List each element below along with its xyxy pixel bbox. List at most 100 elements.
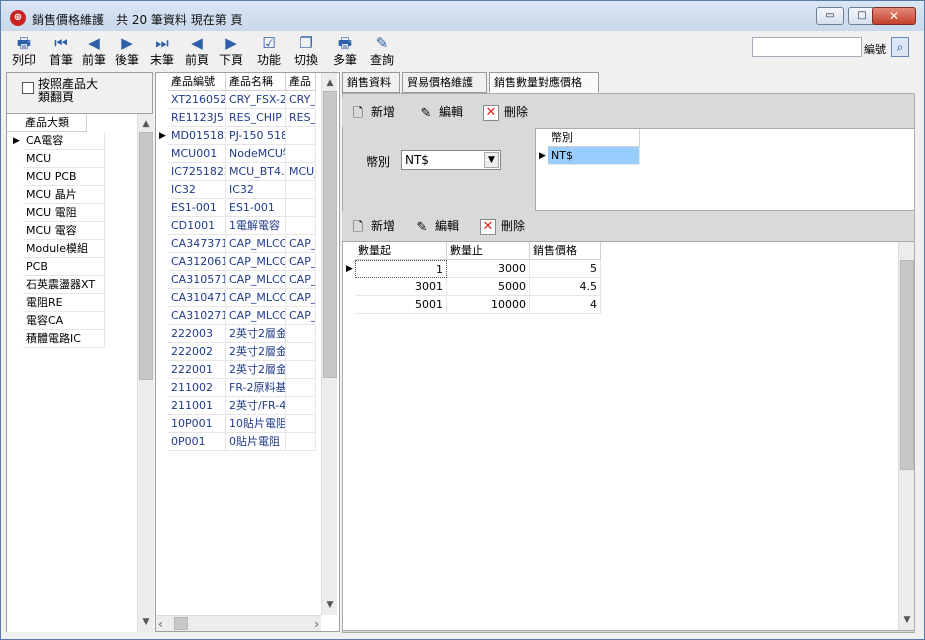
product-cell[interactable]: [286, 325, 316, 343]
product-cell[interactable]: CA3104712: [168, 289, 226, 307]
category-item[interactable]: 電阻RE: [23, 294, 105, 312]
currency-delete-button[interactable]: ✕ 刪除: [483, 102, 528, 122]
category-item[interactable]: 積體電路IC: [23, 330, 105, 348]
product-column-header[interactable]: 產品名稱: [226, 73, 286, 91]
chevron-down-icon[interactable]: ▼: [484, 152, 499, 168]
category-item[interactable]: 石英震盪器XT: [23, 276, 105, 294]
tab-1[interactable]: 貿易價格維護: [402, 72, 487, 93]
tab-0[interactable]: 銷售資料: [342, 72, 400, 93]
category-scrollbar[interactable]: ▲ ▼: [137, 114, 153, 632]
category-item[interactable]: MCU 晶片: [23, 186, 105, 204]
search-icon[interactable]: ⌕: [891, 37, 909, 57]
qty-cell[interactable]: 3001: [355, 278, 447, 296]
product-cell[interactable]: 10貼片電阻: [226, 415, 286, 433]
product-cell[interactable]: [286, 181, 316, 199]
chevron-down-icon[interactable]: ▼: [138, 614, 154, 630]
product-cell[interactable]: NodeMCU物: [226, 145, 286, 163]
scrollbar-thumb[interactable]: [900, 260, 914, 470]
toolbar-button-7[interactable]: ☑ 功能: [251, 32, 287, 70]
qty-column-header[interactable]: 數量起: [355, 242, 447, 260]
scrollbar-thumb[interactable]: [323, 91, 337, 378]
group-by-category-checkbox[interactable]: [22, 82, 34, 94]
product-cell[interactable]: [286, 145, 316, 163]
chevron-down-icon[interactable]: ▼: [322, 597, 338, 613]
product-cell[interactable]: 211002: [168, 379, 226, 397]
product-cell[interactable]: 222003: [168, 325, 226, 343]
product-cell[interactable]: IC32: [226, 181, 286, 199]
minimize-button[interactable]: ▭: [816, 7, 844, 25]
product-cell[interactable]: 2英寸2層金: [226, 325, 286, 343]
qty-column-header[interactable]: 數量止: [447, 242, 530, 260]
product-cell[interactable]: CAP_: [286, 289, 316, 307]
product-hscrollbar[interactable]: ‹ ›: [156, 615, 321, 631]
product-cell[interactable]: [286, 415, 316, 433]
product-cell[interactable]: CA3105712: [168, 271, 226, 289]
product-cell[interactable]: [286, 361, 316, 379]
product-cell[interactable]: 2英寸2層金: [226, 343, 286, 361]
toolbar-button-5[interactable]: ◀ 前頁: [179, 32, 215, 70]
toolbar-button-10[interactable]: ✎ 查詢: [364, 32, 400, 70]
qty-delete-button[interactable]: ✕ 刪除: [480, 216, 525, 236]
product-cell[interactable]: CAP_MLCC: [226, 289, 286, 307]
product-cell[interactable]: CAP_: [286, 253, 316, 271]
category-item[interactable]: MCU 電阻: [23, 204, 105, 222]
qty-scrollbar[interactable]: ▼: [898, 242, 914, 630]
toolbar-button-1[interactable]: ⏮ 首筆: [43, 32, 79, 70]
product-cell[interactable]: CA3102712: [168, 307, 226, 325]
product-cell[interactable]: 2英寸/FR-4: [226, 397, 286, 415]
product-cell[interactable]: ES1-001: [226, 199, 286, 217]
product-cell[interactable]: [286, 433, 316, 451]
product-cell[interactable]: CA3120612: [168, 253, 226, 271]
category-item[interactable]: MCU: [23, 150, 105, 168]
toolbar-button-0[interactable]: 🖶 列印: [6, 32, 42, 70]
product-cell[interactable]: CRY_FSX-2: [226, 91, 286, 109]
product-cell[interactable]: PJ-150 518: [226, 127, 286, 145]
search-input[interactable]: [752, 37, 862, 57]
qty-cell[interactable]: 10000: [447, 296, 530, 314]
product-cell[interactable]: ES1-001: [168, 199, 226, 217]
qty-add-button[interactable]: 🗋 新增: [350, 216, 395, 236]
chevron-down-icon[interactable]: ▼: [899, 612, 915, 628]
chevron-up-icon[interactable]: ▲: [322, 75, 338, 91]
currency-add-button[interactable]: 🗋 新增: [350, 102, 395, 122]
product-column-header[interactable]: 產品編號: [168, 73, 226, 91]
qty-cell[interactable]: 5: [530, 260, 601, 278]
qty-cell[interactable]: 5001: [355, 296, 447, 314]
qty-cell[interactable]: 1: [355, 260, 447, 278]
product-cell[interactable]: CD1001: [168, 217, 226, 235]
product-cell[interactable]: CRY_: [286, 91, 316, 109]
product-cell[interactable]: MCU_BT4.0: [226, 163, 286, 181]
category-item[interactable]: MCU 電容: [23, 222, 105, 240]
product-cell[interactable]: 0貼片電阻: [226, 433, 286, 451]
qty-cell[interactable]: 4.5: [530, 278, 601, 296]
product-cell[interactable]: 2英寸2層金: [226, 361, 286, 379]
product-cell[interactable]: RE1123J51: [168, 109, 226, 127]
qty-cell[interactable]: 3000: [447, 260, 530, 278]
product-cell[interactable]: XT2160522: [168, 91, 226, 109]
scrollbar-thumb[interactable]: [139, 132, 153, 380]
product-cell[interactable]: IC7251822€: [168, 163, 226, 181]
product-cell[interactable]: 222002: [168, 343, 226, 361]
qty-edit-button[interactable]: ✎ 編輯: [414, 216, 459, 236]
product-cell[interactable]: IC32: [168, 181, 226, 199]
chevron-left-icon[interactable]: ‹: [158, 616, 163, 632]
toolbar-button-9[interactable]: 🖶 多筆: [327, 32, 363, 70]
category-item[interactable]: MCU PCB: [23, 168, 105, 186]
tab-2[interactable]: 銷售數量對應價格: [489, 72, 599, 93]
product-cell[interactable]: [286, 127, 316, 145]
qty-column-header[interactable]: 銷售價格: [530, 242, 601, 260]
close-button[interactable]: ✕: [872, 7, 916, 25]
currency-edit-button[interactable]: ✎ 編輯: [418, 102, 463, 122]
product-cell[interactable]: RES_: [286, 109, 316, 127]
category-item[interactable]: Module模組: [23, 240, 105, 258]
product-cell[interactable]: 211001: [168, 397, 226, 415]
product-cell[interactable]: MCU_: [286, 163, 316, 181]
product-cell[interactable]: CAP_: [286, 235, 316, 253]
product-cell[interactable]: 0P001: [168, 433, 226, 451]
product-cell[interactable]: CAP_: [286, 271, 316, 289]
product-scrollbar[interactable]: ▲ ▼: [321, 73, 337, 615]
product-cell[interactable]: 1電解電容: [226, 217, 286, 235]
toolbar-button-2[interactable]: ◀ 前筆: [76, 32, 112, 70]
product-cell[interactable]: MCU001: [168, 145, 226, 163]
product-cell[interactable]: RES_CHIP: [226, 109, 286, 127]
